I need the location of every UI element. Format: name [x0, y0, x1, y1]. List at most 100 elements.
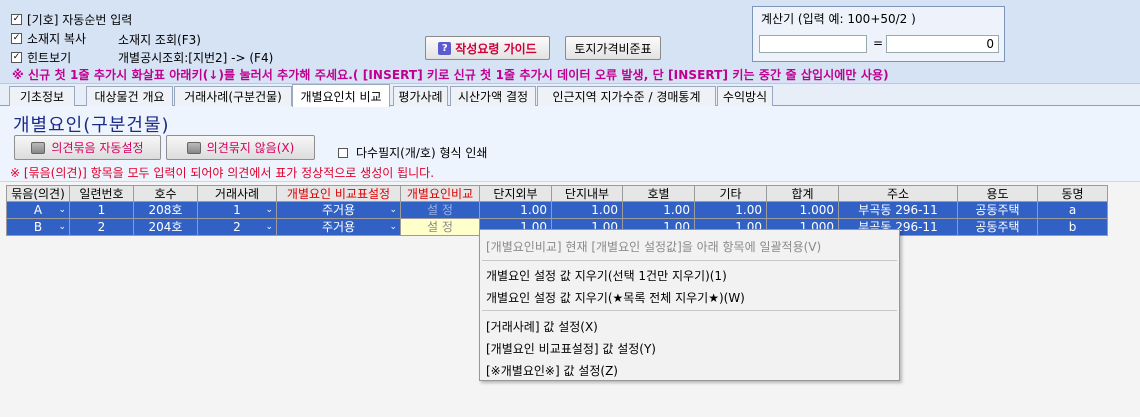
chevron-down-icon[interactable]: ⌄	[389, 219, 397, 235]
menu-separator	[482, 310, 897, 311]
group-opinion-select[interactable]: A ⌄	[6, 202, 70, 219]
calculator-result-field[interactable]: 0	[886, 35, 999, 53]
complex-internal-cell[interactable]: 1.00	[552, 202, 623, 219]
no-group-opinion-button[interactable]: 의견묶지 않음(X)	[166, 135, 315, 160]
group-opinion-value: B	[33, 220, 43, 234]
grid-header-row: 묶음(의견) 일련번호 호수 거래사례 개별요인 비교표설정 개별요인비교 단지…	[6, 185, 1108, 202]
transaction-case-value: 2	[233, 220, 241, 234]
table-row[interactable]: A ⌄ 1 208호 1 ⌄ 주거용 ⌄ 설 정 1.00 1.00 1.00 1.0…	[6, 202, 1108, 219]
calculator-title: 계산기 (입력 예: 100+50/2 )	[761, 12, 916, 26]
tab-income-approach[interactable]: 수익방식	[717, 86, 773, 106]
insert-warning: ※ 신규 첫 1줄 추가시 화살표 아래키(↓)를 눌러서 추가해 주세요.( …	[12, 68, 889, 82]
header-group-opinion[interactable]: 묶음(의견)	[6, 185, 70, 202]
header-unit-number[interactable]: 호수	[134, 185, 198, 202]
chevron-down-icon[interactable]: ⌄	[58, 202, 66, 218]
other-cell[interactable]: 1.00	[695, 202, 767, 219]
header-factor-compare[interactable]: 개별요인비교	[401, 185, 480, 202]
transaction-case-select[interactable]: 1 ⌄	[198, 202, 277, 219]
tab-neighborhood-price[interactable]: 인근지역 지가수준 / 경매통계	[537, 86, 716, 106]
building-name-cell[interactable]: a	[1038, 202, 1108, 219]
auto-group-opinion-button[interactable]: 의견묶음 자동설정	[14, 135, 161, 160]
factor-compare-setting-button[interactable]: 설 정	[401, 202, 480, 219]
unit-factor-cell[interactable]: 1.00	[623, 202, 695, 219]
auto-number-checkbox[interactable]: ✓ [기호] 자동순번 입력	[11, 11, 132, 28]
header-unit-factor[interactable]: 호별	[623, 185, 695, 202]
factor-compare-setting-button[interactable]: 설 정	[401, 219, 480, 236]
calculator-expression-input[interactable]	[759, 35, 867, 53]
tab-appraisal-cases[interactable]: 평가사례	[393, 86, 448, 106]
factor-table-setting-select[interactable]: 주거용 ⌄	[277, 202, 401, 219]
transaction-case-value: 1	[233, 203, 241, 217]
building-name-cell[interactable]: b	[1038, 219, 1108, 236]
tab-individual-factor-compare[interactable]: 개별요인치 비교	[292, 84, 390, 107]
header-complex-internal[interactable]: 단지내부	[552, 185, 623, 202]
writing-guide-button[interactable]: ? 작성요령 가이드	[425, 36, 550, 60]
menu-item-clear-selected[interactable]: 개별요인 설정 값 지우기(선택 1건만 지우기)(1)	[486, 267, 727, 284]
menu-item-set-individual-factor[interactable]: [※개별요인※] 값 설정(Z)	[486, 362, 618, 379]
auto-number-label: [기호] 자동순번 입력	[27, 13, 133, 27]
page-title: 개별요인(구분건물)	[13, 115, 170, 136]
official-price-lookup-hint: 개별공시조회:[지번2] -> (F4)	[118, 51, 274, 65]
writing-guide-label: 작성요령 가이드	[455, 41, 537, 56]
equals-sign: =	[873, 36, 884, 50]
gear-icon	[31, 141, 46, 154]
unit-number-cell[interactable]: 204호	[134, 219, 198, 236]
menu-item-apply-all[interactable]: [개별요인비교] 현재 [개별요인 설정값]을 아래 항목에 일괄적용(V)	[486, 238, 821, 255]
complex-external-cell[interactable]: 1.00	[480, 202, 552, 219]
header-address[interactable]: 주소	[839, 185, 958, 202]
serial-number-cell[interactable]: 1	[70, 202, 134, 219]
group-opinion-select[interactable]: B ⌄	[6, 219, 70, 236]
header-transaction-case[interactable]: 거래사례	[198, 185, 277, 202]
header-other[interactable]: 기타	[695, 185, 767, 202]
menu-item-set-factor-table[interactable]: [개별요인 비교표설정] 값 설정(Y)	[486, 340, 656, 357]
chevron-down-icon[interactable]: ⌄	[389, 202, 397, 218]
usage-cell[interactable]: 공동주택	[958, 219, 1038, 236]
total-cell[interactable]: 1.000	[767, 202, 839, 219]
help-icon: ?	[438, 41, 452, 55]
checkbox-icon[interactable]: ✓	[11, 14, 22, 25]
header-usage[interactable]: 용도	[958, 185, 1038, 202]
transaction-case-select[interactable]: 2 ⌄	[198, 219, 277, 236]
chevron-down-icon[interactable]: ⌄	[58, 219, 66, 235]
land-price-table-button[interactable]: 토지가격비준표	[565, 36, 661, 60]
no-group-opinion-label: 의견묶지 않음(X)	[206, 141, 295, 155]
tab-bar: 기초정보 대상물건 개요 거래사례(구분건물) 개별요인치 비교 평가사례 시산…	[0, 84, 1140, 107]
header-total[interactable]: 합계	[767, 185, 839, 202]
address-lookup-hint: 소재지 조회(F3)	[118, 33, 201, 47]
factor-table-setting-select[interactable]: 주거용 ⌄	[277, 219, 401, 236]
factor-table-setting-value: 주거용	[321, 203, 356, 217]
gear-icon	[186, 141, 201, 154]
multi-parcel-print-checkbox[interactable]: 다수필지(개/호) 형식 인쇄	[338, 144, 487, 161]
address-cell[interactable]: 부곡동 296-11	[839, 202, 958, 219]
menu-item-set-transaction-case[interactable]: [거래사례] 값 설정(X)	[486, 318, 598, 335]
checkbox-icon[interactable]: ✓	[11, 52, 22, 63]
tab-transaction-cases[interactable]: 거래사례(구분건물)	[174, 86, 292, 106]
tab-subject-overview[interactable]: 대상물건 개요	[86, 86, 173, 106]
chevron-down-icon[interactable]: ⌄	[265, 219, 273, 235]
show-hint-checkbox[interactable]: ✓ 힌트보기	[11, 49, 71, 66]
auto-group-opinion-label: 의견묶음 자동설정	[51, 141, 144, 155]
multi-parcel-print-label: 다수필지(개/호) 형식 인쇄	[356, 146, 488, 160]
header-building-name[interactable]: 동명	[1038, 185, 1108, 202]
checkbox-icon[interactable]: ✓	[11, 33, 22, 44]
header-factor-table-setting[interactable]: 개별요인 비교표설정	[277, 185, 401, 202]
show-hint-label: 힌트보기	[27, 51, 72, 65]
tab-basic-info[interactable]: 기초정보	[9, 86, 75, 106]
usage-cell[interactable]: 공동주택	[958, 202, 1038, 219]
group-required-note: ※ [묶음(의견)] 항목을 모두 입력이 되어야 의견에서 표가 정상적으로 …	[10, 166, 435, 180]
serial-number-cell[interactable]: 2	[70, 219, 134, 236]
unit-number-cell[interactable]: 208호	[134, 202, 198, 219]
header-serial-number[interactable]: 일련번호	[70, 185, 134, 202]
group-opinion-value: A	[33, 203, 43, 217]
checkbox-icon[interactable]	[338, 147, 348, 158]
menu-separator	[482, 260, 897, 261]
land-price-table-label: 토지가격비준표	[574, 41, 652, 56]
copy-address-checkbox[interactable]: ✓ 소재지 복사	[11, 30, 86, 47]
header-complex-external[interactable]: 단지외부	[480, 185, 552, 202]
copy-address-label: 소재지 복사	[27, 32, 87, 46]
factor-table-setting-value: 주거용	[321, 220, 356, 234]
top-toolbar: ✓ [기호] 자동순번 입력 ✓ 소재지 복사 ✓ 힌트보기 소재지 조회(F3…	[0, 0, 1140, 84]
chevron-down-icon[interactable]: ⌄	[265, 202, 273, 218]
tab-trial-price[interactable]: 시산가액 결정	[450, 86, 536, 106]
menu-item-clear-all[interactable]: 개별요인 설정 값 지우기(★목록 전체 지우기★)(W)	[486, 289, 745, 306]
